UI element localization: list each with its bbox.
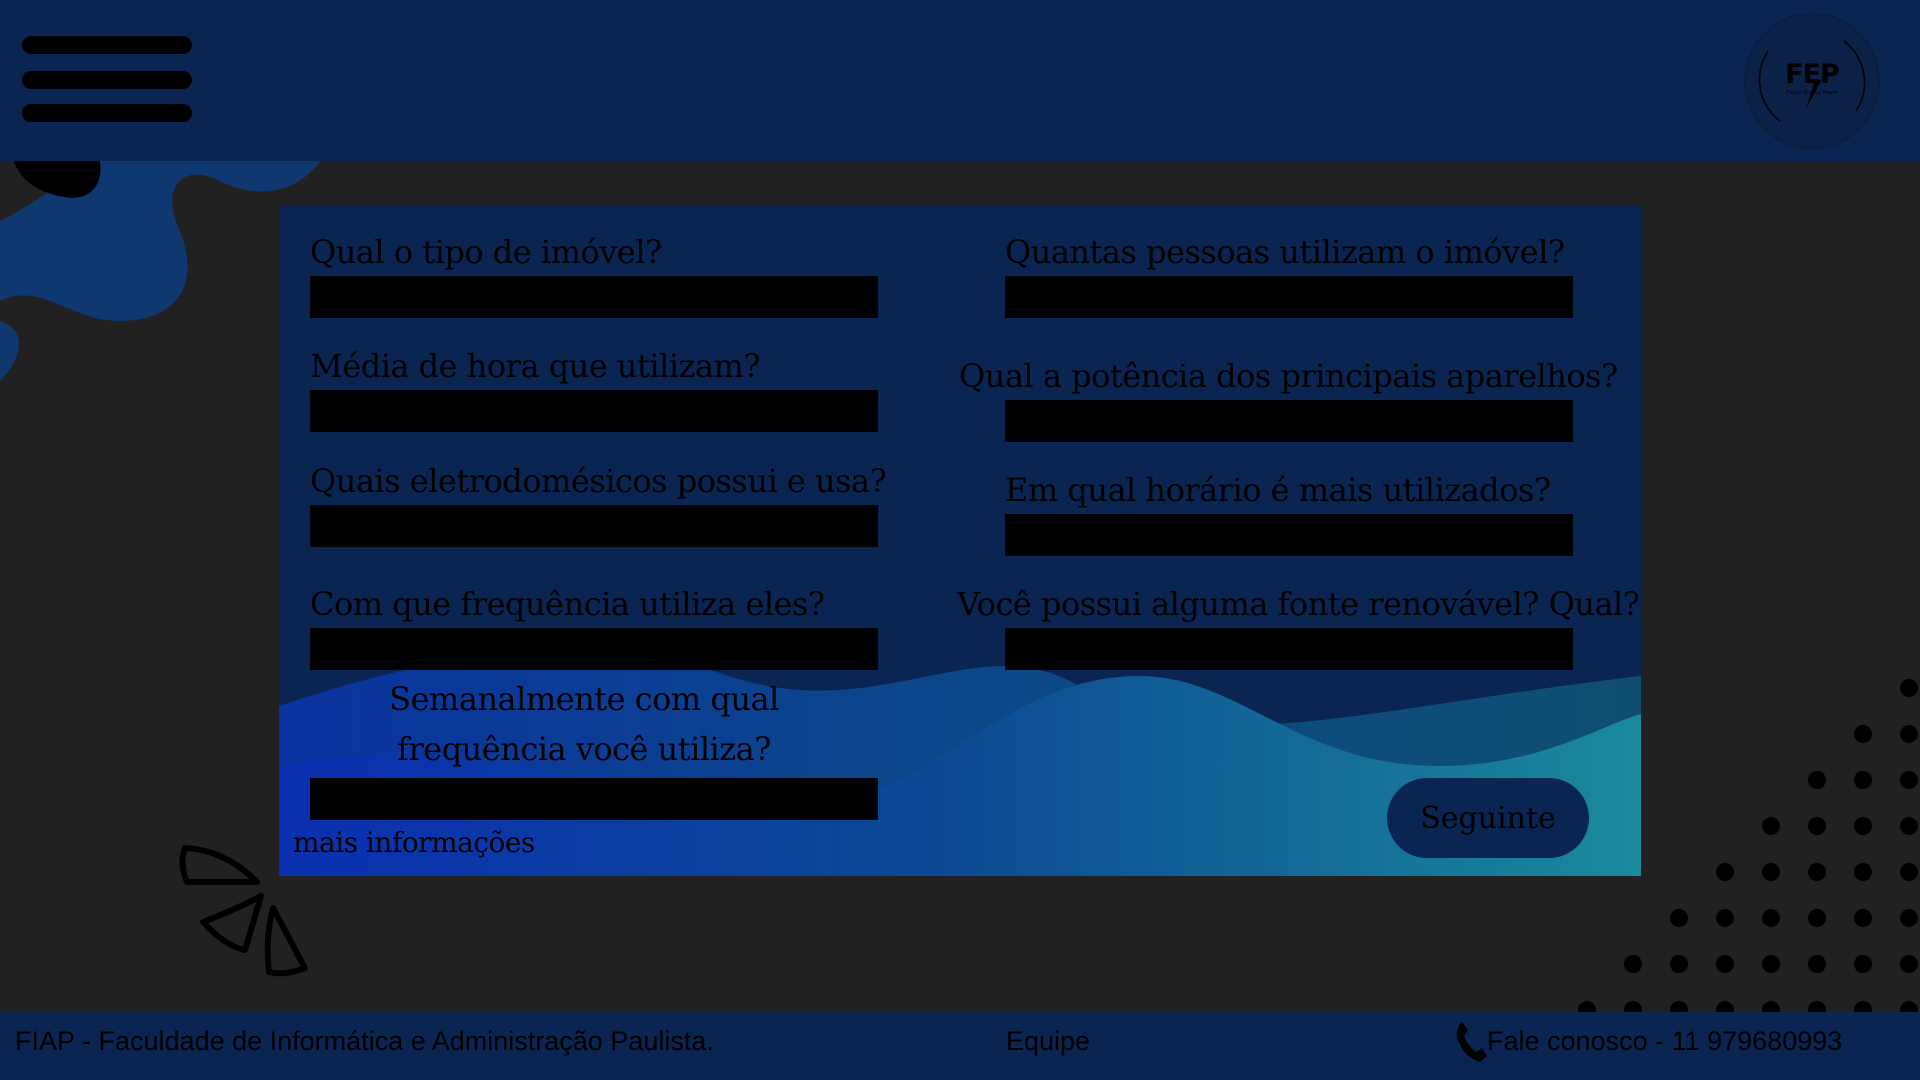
usage-frequency-input[interactable] — [310, 628, 878, 670]
questionnaire-card: Qual o tipo de imóvel? Média de hora que… — [279, 206, 1641, 876]
question-renewable-source: Você possui alguma fonte renovável? Qual… — [957, 585, 1640, 623]
question-people-count: Quantas pessoas utilizam o imóvel? — [1005, 233, 1565, 271]
renewable-source-input[interactable] — [1005, 628, 1573, 670]
appliances-input[interactable] — [310, 505, 878, 547]
average-hours-input[interactable] — [310, 390, 878, 432]
logo-subtext: Future Energy Power — [1786, 90, 1838, 96]
property-type-input[interactable] — [310, 276, 878, 318]
appliance-power-input[interactable] — [1005, 400, 1573, 442]
team-link[interactable]: Equipe — [1006, 1026, 1090, 1057]
question-weekly-frequency: Semanalmente com qual frequência você ut… — [389, 680, 779, 768]
next-button[interactable]: Seguinte — [1387, 778, 1589, 858]
hamburger-menu-icon[interactable] — [22, 36, 194, 126]
peak-hours-input[interactable] — [1005, 514, 1573, 556]
logo: FEP Future Energy Power — [1744, 13, 1880, 149]
question-appliance-power: Qual a potência dos principais aparelhos… — [959, 357, 1618, 395]
question-property-type: Qual o tipo de imóvel? — [310, 233, 662, 271]
logo-text: FEP — [1785, 59, 1840, 90]
question-average-hours: Média de hora que utilizam? — [310, 347, 761, 385]
footer-institution: FIAP - Faculdade de Informática e Admini… — [15, 1026, 714, 1056]
more-info-link[interactable]: mais informações — [293, 826, 535, 859]
question-appliances: Quais eletrodomésicos possui e usa? — [310, 462, 887, 500]
footer-contact[interactable]: Fale conosco - 11 979680993 — [1487, 1026, 1842, 1057]
weekly-frequency-input[interactable] — [310, 778, 878, 820]
question-usage-frequency: Com que frequência utiliza eles? — [310, 585, 825, 623]
footer: FIAP - Faculdade de Informática e Admini… — [0, 1012, 1920, 1080]
question-peak-hours: Em qual horário é mais utilizados? — [1005, 471, 1551, 509]
header: FEP Future Energy Power — [0, 0, 1920, 161]
phone-icon — [1456, 1022, 1487, 1062]
people-count-input[interactable] — [1005, 276, 1573, 318]
